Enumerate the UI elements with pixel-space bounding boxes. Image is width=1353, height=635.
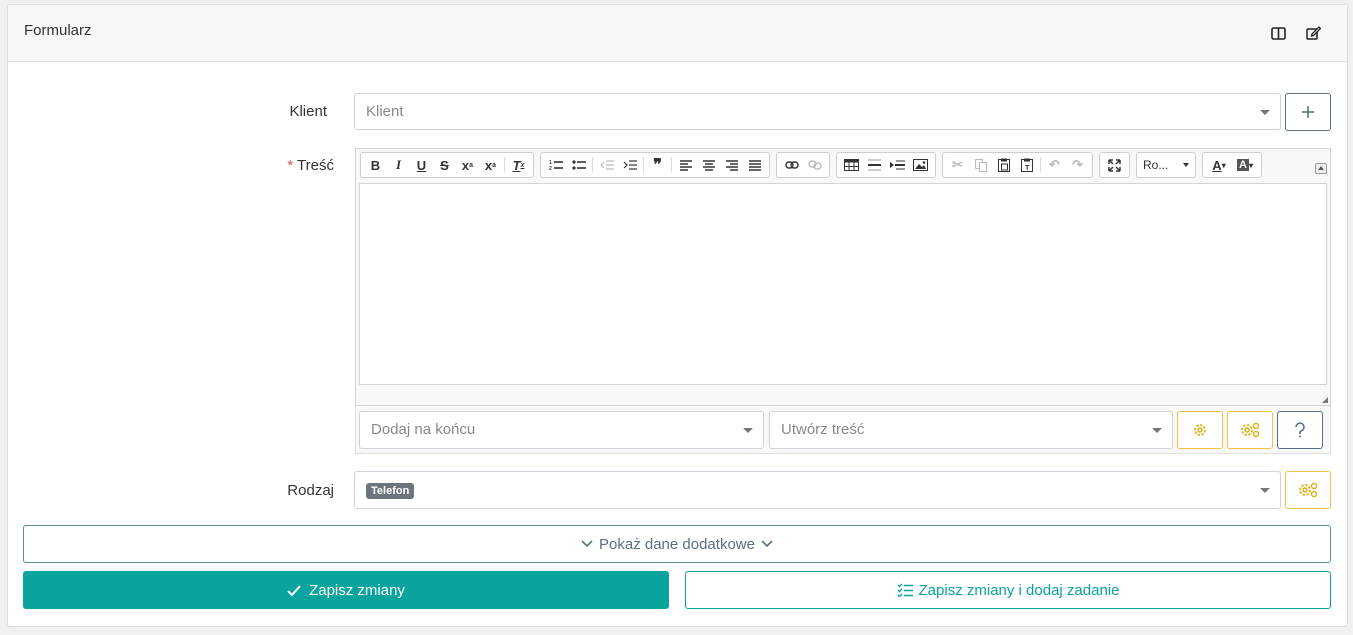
page-break-icon[interactable]	[886, 154, 909, 176]
question-icon	[1295, 422, 1305, 438]
kind-select[interactable]: Telefon	[354, 471, 1281, 509]
paste-icon[interactable]	[992, 154, 1015, 176]
kind-settings-button[interactable]	[1285, 471, 1331, 509]
toolbar-group-paragraph: 12 ❞	[540, 152, 770, 178]
toolbar-group-clipboard: ✂ T ↶ ↷	[942, 152, 1093, 178]
toolbar-group-insert	[836, 152, 936, 178]
append-select[interactable]: Dodaj na końcu	[359, 411, 764, 449]
svg-text:2: 2	[549, 166, 552, 171]
kind-tag: Telefon	[366, 483, 415, 499]
align-right-icon[interactable]	[720, 154, 743, 176]
italic-icon[interactable]: I	[387, 154, 410, 176]
gears-icon	[1299, 482, 1318, 498]
resize-handle-icon[interactable]	[1322, 397, 1328, 403]
chevron-down-icon	[1260, 488, 1270, 493]
panel-title: Formularz	[24, 22, 92, 39]
paste-text-icon[interactable]: T	[1015, 154, 1038, 176]
numbered-list-icon[interactable]: 12	[544, 154, 567, 176]
save-label: Zapisz zmiany	[309, 581, 405, 599]
client-label: Klient	[289, 103, 327, 120]
toolbar-group-tools	[1099, 152, 1130, 178]
text-color-icon[interactable]: A ▾	[1206, 154, 1232, 176]
collapse-toolbar-icon[interactable]	[1315, 163, 1327, 174]
underline-icon[interactable]: U	[410, 154, 433, 176]
create-content-select[interactable]: Utwórz treść	[769, 411, 1173, 449]
save-button[interactable]: Zapisz zmiany	[23, 571, 669, 609]
subscript-icon[interactable]: xa	[456, 154, 479, 176]
outdent-icon[interactable]	[595, 154, 618, 176]
blockquote-icon[interactable]: ❞	[646, 154, 669, 176]
show-more-button[interactable]: Pokaż dane dodatkowe	[23, 525, 1331, 563]
cut-icon[interactable]: ✂	[946, 154, 969, 176]
redo-icon[interactable]: ↷	[1066, 154, 1089, 176]
save-and-add-task-label: Zapisz zmiany i dodaj zadanie	[918, 581, 1120, 599]
unlink-icon[interactable]	[803, 154, 826, 176]
chevron-down-icon	[581, 540, 593, 548]
required-mark: *	[287, 157, 294, 174]
toolbar-separator	[643, 157, 644, 173]
justify-icon[interactable]	[743, 154, 766, 176]
image-icon[interactable]	[909, 154, 932, 176]
client-placeholder: Klient	[366, 103, 404, 120]
font-select[interactable]: Ro...	[1136, 152, 1196, 178]
editor-toolbar: B I U S xa xa Tx 12 ❞ ✂ T ↶ ↷ Ro... A ▾ …	[360, 152, 1262, 180]
plus-icon	[1302, 106, 1314, 118]
toolbar-separator	[592, 157, 593, 173]
table-icon[interactable]	[840, 154, 863, 176]
panel-header: Formularz	[8, 5, 1347, 62]
link-icon[interactable]	[780, 154, 803, 176]
toolbar-group-links	[776, 152, 830, 178]
toolbar-group-colors: A ▾ A ▾	[1202, 152, 1262, 178]
editor-content-area[interactable]	[359, 183, 1327, 385]
client-select[interactable]: Klient	[354, 93, 1281, 130]
undo-icon[interactable]: ↶	[1043, 154, 1066, 176]
advanced-settings-button[interactable]	[1227, 411, 1273, 449]
chevron-down-icon	[1152, 428, 1162, 433]
toolbar-group-basic: B I U S xa xa Tx	[360, 152, 534, 178]
create-placeholder: Utwórz treść	[781, 421, 865, 438]
toolbar-separator	[671, 157, 672, 173]
toolbar-separator	[504, 157, 505, 173]
bold-icon[interactable]: B	[364, 154, 387, 176]
horizontal-line-icon[interactable]	[863, 154, 886, 176]
chevron-down-icon	[1260, 110, 1270, 115]
editor-tools-row: Dodaj na końcu Utwórz treść	[355, 406, 1331, 454]
edit-icon[interactable]	[1302, 22, 1324, 44]
help-button[interactable]	[1277, 411, 1323, 449]
content-label: * Treść	[214, 157, 334, 174]
chevron-down-icon	[743, 428, 753, 433]
chevron-down-icon	[761, 540, 773, 548]
columns-icon[interactable]	[1267, 22, 1289, 44]
check-icon	[287, 584, 301, 596]
font-select-value: Ro...	[1143, 158, 1169, 172]
align-center-icon[interactable]	[697, 154, 720, 176]
gears-icon	[1241, 422, 1260, 438]
svg-text:T: T	[1025, 165, 1030, 172]
indent-icon[interactable]	[618, 154, 641, 176]
align-left-icon[interactable]	[674, 154, 697, 176]
strikethrough-icon[interactable]: S	[433, 154, 456, 176]
task-list-icon	[897, 583, 913, 597]
content-label-text: Treść	[297, 157, 334, 174]
add-client-button[interactable]	[1285, 93, 1331, 131]
bulleted-list-icon[interactable]	[567, 154, 590, 176]
toolbar-separator	[1040, 157, 1041, 173]
kind-label: Rodzaj	[287, 482, 334, 499]
maximize-icon[interactable]	[1103, 154, 1126, 176]
superscript-icon[interactable]: xa	[479, 154, 502, 176]
remove-format-icon[interactable]: Tx	[507, 154, 530, 176]
gear-icon	[1194, 424, 1206, 436]
copy-icon[interactable]	[969, 154, 992, 176]
chevron-down-icon	[1183, 163, 1189, 167]
settings-button[interactable]	[1177, 411, 1223, 449]
append-placeholder: Dodaj na końcu	[371, 421, 476, 438]
show-more-label: Pokaż dane dodatkowe	[599, 535, 755, 553]
rich-text-editor: B I U S xa xa Tx 12 ❞ ✂ T ↶ ↷ Ro... A ▾ …	[355, 148, 1331, 406]
background-color-icon[interactable]: A ▾	[1232, 154, 1258, 176]
save-and-add-task-button[interactable]: Zapisz zmiany i dodaj zadanie	[685, 571, 1331, 609]
